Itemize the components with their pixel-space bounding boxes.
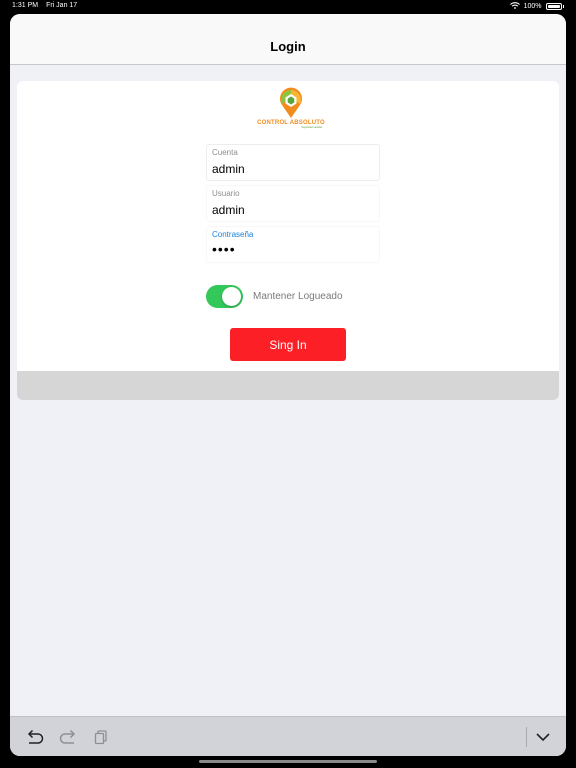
redo-icon[interactable] bbox=[58, 727, 78, 747]
account-field[interactable]: Cuenta admin bbox=[206, 144, 380, 181]
password-label: Contraseña bbox=[212, 230, 254, 239]
account-label: Cuenta bbox=[212, 148, 238, 157]
logo: CONTROL ABSOLUTO Seguridad satelital bbox=[254, 87, 328, 131]
account-value[interactable]: admin bbox=[212, 162, 245, 176]
password-value[interactable]: •••• bbox=[212, 241, 236, 257]
battery-percent: 100% bbox=[523, 3, 542, 10]
toggle-knob bbox=[222, 287, 241, 306]
username-value[interactable]: admin bbox=[212, 203, 245, 217]
remember-label: Mantener Logueado bbox=[253, 291, 343, 302]
page-title: Login bbox=[270, 38, 306, 54]
chevron-down-icon[interactable] bbox=[533, 727, 553, 747]
password-field[interactable]: Contraseña •••• bbox=[206, 226, 380, 263]
status-bar: 1:31 PM Fri Jan 17 100% bbox=[0, 0, 576, 12]
map-pin-logo-icon bbox=[280, 87, 302, 118]
card-footer bbox=[17, 371, 559, 400]
remember-toggle[interactable] bbox=[206, 285, 243, 308]
battery-icon bbox=[545, 3, 562, 10]
undo-icon[interactable] bbox=[25, 727, 45, 747]
keyboard-shortcut-bar bbox=[10, 716, 566, 756]
signin-button[interactable]: Sing In bbox=[230, 328, 346, 361]
paste-icon[interactable] bbox=[91, 727, 111, 747]
logo-tagline: Seguridad satelital bbox=[301, 126, 322, 129]
battery-tip bbox=[562, 5, 564, 8]
toolbar-divider bbox=[526, 727, 527, 747]
status-date: Fri Jan 17 bbox=[46, 2, 78, 9]
home-indicator[interactable] bbox=[199, 760, 377, 763]
username-field[interactable]: Usuario admin bbox=[206, 185, 380, 222]
login-sheet: Login CONTROL ABSOLUTO Seguridad satelit… bbox=[10, 14, 566, 756]
username-label: Usuario bbox=[212, 189, 240, 198]
login-card: CONTROL ABSOLUTO Seguridad satelital Cue… bbox=[17, 81, 559, 400]
status-time: 1:31 PM bbox=[12, 2, 39, 9]
wifi-icon bbox=[509, 2, 520, 11]
nav-bar: Login bbox=[10, 14, 566, 65]
